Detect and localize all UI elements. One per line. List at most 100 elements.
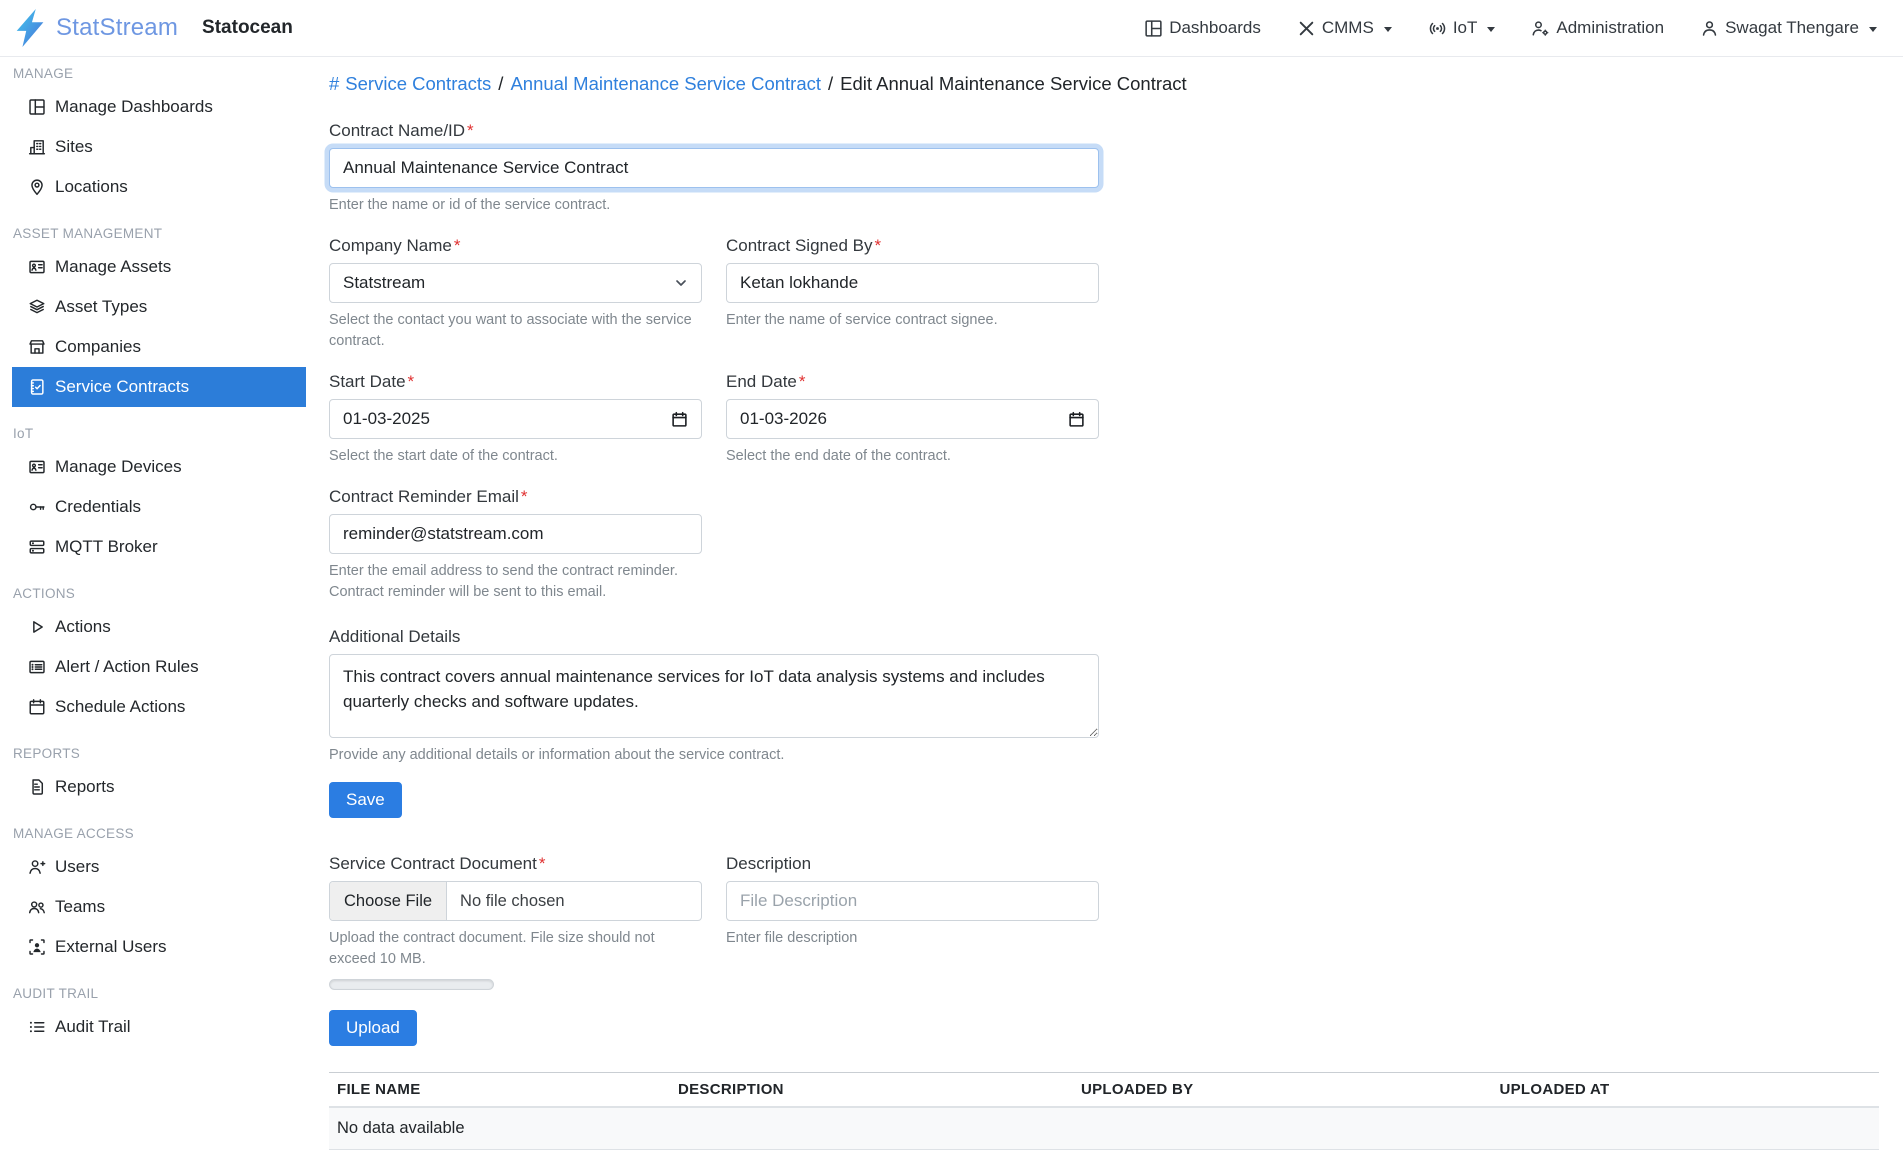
nav-item-iot[interactable]: IoT bbox=[1428, 18, 1496, 38]
end-date-label: End Date* bbox=[726, 372, 1099, 392]
sidebar-item-label: Service Contracts bbox=[55, 377, 189, 397]
card-icon bbox=[28, 458, 46, 476]
contract-document-group: Service Contract Document* Choose File N… bbox=[329, 854, 702, 990]
breadcrumb-current: Edit Annual Maintenance Service Contract bbox=[840, 73, 1187, 94]
choose-file-button[interactable]: Choose File bbox=[330, 882, 447, 920]
card-list-icon bbox=[28, 658, 46, 676]
additional-details-textarea[interactable] bbox=[329, 654, 1099, 738]
start-date-help: Select the start date of the contract. bbox=[329, 446, 702, 467]
contract-form: Contract Name/ID* Enter the name or id o… bbox=[329, 121, 1099, 1046]
sidebar-item-sites[interactable]: Sites bbox=[12, 127, 306, 167]
sidebar-item-external-users[interactable]: External Users bbox=[12, 927, 306, 967]
sidebar-item-label: Reports bbox=[55, 777, 115, 797]
sidebar-item-label: Manage Assets bbox=[55, 257, 171, 277]
reminder-email-group: Contract Reminder Email* Enter the email… bbox=[329, 487, 702, 603]
files-table: FILE NAMEDESCRIPTIONUPLOADED BYUPLOADED … bbox=[329, 1072, 1879, 1150]
additional-details-help: Provide any additional details or inform… bbox=[329, 745, 1099, 766]
calendar-icon[interactable] bbox=[1068, 411, 1085, 428]
sidebar-item-label: Teams bbox=[55, 897, 105, 917]
sidebar-item-teams[interactable]: Teams bbox=[12, 887, 306, 927]
required-asterisk: * bbox=[539, 854, 546, 873]
contract-name-input[interactable] bbox=[329, 148, 1099, 188]
table-header-description: DESCRIPTION bbox=[670, 1073, 1073, 1108]
signed-by-group: Contract Signed By* Enter the name of se… bbox=[726, 236, 1099, 352]
signed-by-input[interactable] bbox=[726, 263, 1099, 303]
company-name-selected-value: Statstream bbox=[343, 273, 425, 293]
navbar-menu: Dashboards CMMS IoT Administration Swagat Th… bbox=[1144, 18, 1877, 38]
sidebar-item-label: Schedule Actions bbox=[55, 697, 185, 717]
nav-item-dashboards[interactable]: Dashboards bbox=[1144, 18, 1261, 38]
sidebar-item-manage-devices[interactable]: Manage Devices bbox=[12, 447, 306, 487]
sidebar-item-audit-trail[interactable]: Audit Trail bbox=[12, 1007, 306, 1047]
card-icon bbox=[28, 258, 46, 276]
sidebar-item-asset-types[interactable]: Asset Types bbox=[12, 287, 306, 327]
upload-button[interactable]: Upload bbox=[329, 1010, 417, 1046]
table-header-file-name: FILE NAME bbox=[329, 1073, 670, 1108]
contract-document-help: Upload the contract document. File size … bbox=[329, 928, 702, 970]
breadcrumb-link-contract[interactable]: Annual Maintenance Service Contract bbox=[510, 73, 821, 94]
save-button[interactable]: Save bbox=[329, 782, 402, 818]
file-description-label: Description bbox=[726, 854, 1099, 874]
breadcrumb-link-service-contracts[interactable]: Service Contracts bbox=[345, 73, 491, 94]
contract-document-file-input[interactable]: Choose File No file chosen bbox=[329, 881, 702, 921]
sidebar-item-manage-assets[interactable]: Manage Assets bbox=[12, 247, 306, 287]
tools-icon bbox=[1297, 19, 1316, 38]
end-date-input[interactable]: 01-03-2026 bbox=[726, 399, 1099, 439]
start-date-input[interactable]: 01-03-2025 bbox=[329, 399, 702, 439]
sidebar-item-label: Manage Dashboards bbox=[55, 97, 213, 117]
reminder-email-input[interactable] bbox=[329, 514, 702, 554]
sidebar-item-service-contracts[interactable]: Service Contracts bbox=[12, 367, 306, 407]
file-description-input[interactable] bbox=[726, 881, 1099, 921]
person-icon bbox=[1700, 19, 1719, 38]
table-header-uploaded-by: UPLOADED BY bbox=[1073, 1073, 1492, 1108]
pin-icon bbox=[28, 178, 46, 196]
sidebar-item-label: Asset Types bbox=[55, 297, 147, 317]
broadcast-icon bbox=[1428, 19, 1447, 38]
contract-name-group: Contract Name/ID* Enter the name or id o… bbox=[329, 121, 1099, 216]
sidebar-item-companies[interactable]: Companies bbox=[12, 327, 306, 367]
nav-item-label: Dashboards bbox=[1169, 18, 1261, 38]
file-status-text: No file chosen bbox=[447, 882, 578, 920]
reminder-email-label: Contract Reminder Email* bbox=[329, 487, 702, 507]
sidebar-item-label: Credentials bbox=[55, 497, 141, 517]
file-description-group: Description Enter file description bbox=[726, 854, 1099, 990]
sidebar-item-reports[interactable]: Reports bbox=[12, 767, 306, 807]
sidebar-section-actions: ACTIONS bbox=[13, 581, 293, 607]
sidebar-item-label: Audit Trail bbox=[55, 1017, 131, 1037]
sidebar-item-label: Sites bbox=[55, 137, 93, 157]
sidebar-item-label: Companies bbox=[55, 337, 141, 357]
company-name-select[interactable]: Statstream bbox=[329, 263, 702, 303]
calendar-icon[interactable] bbox=[671, 411, 688, 428]
caret-down-icon bbox=[1384, 27, 1392, 32]
file-description-help: Enter file description bbox=[726, 928, 1099, 949]
main-content: #Service Contracts/Annual Maintenance Se… bbox=[306, 57, 1903, 1128]
sidebar-item-label: Manage Devices bbox=[55, 457, 182, 477]
file-text-icon bbox=[28, 778, 46, 796]
nav-item-administration[interactable]: Administration bbox=[1531, 18, 1664, 38]
sidebar-item-locations[interactable]: Locations bbox=[12, 167, 306, 207]
sidebar-item-credentials[interactable]: Credentials bbox=[12, 487, 306, 527]
caret-down-icon bbox=[1487, 27, 1495, 32]
sidebar-item-schedule-actions[interactable]: Schedule Actions bbox=[12, 687, 306, 727]
nav-item-cmms[interactable]: CMMS bbox=[1297, 18, 1392, 38]
sidebar-item-actions[interactable]: Actions bbox=[12, 607, 306, 647]
sidebar-item-label: External Users bbox=[55, 937, 166, 957]
upload-progress-bar bbox=[329, 979, 494, 990]
sidebar-item-manage-dashboards[interactable]: Manage Dashboards bbox=[12, 87, 306, 127]
end-date-help: Select the end date of the contract. bbox=[726, 446, 1099, 467]
people-icon bbox=[28, 898, 46, 916]
shop-icon bbox=[28, 338, 46, 356]
required-asterisk: * bbox=[408, 372, 415, 391]
sidebar-item-alert-action-rules[interactable]: Alert / Action Rules bbox=[12, 647, 306, 687]
brand[interactable]: StatStream bbox=[12, 8, 178, 48]
person-gear-icon bbox=[1531, 19, 1550, 38]
files-table-empty-row: No data available bbox=[329, 1107, 1879, 1150]
nav-item-swagat-thengare[interactable]: Swagat Thengare bbox=[1700, 18, 1877, 38]
nav-item-label: CMMS bbox=[1322, 18, 1374, 38]
contract-name-help: Enter the name or id of the service cont… bbox=[329, 195, 1099, 216]
sidebar-item-users[interactable]: Users bbox=[12, 847, 306, 887]
sidebar-item-mqtt-broker[interactable]: MQTT Broker bbox=[12, 527, 306, 567]
breadcrumb: #Service Contracts/Annual Maintenance Se… bbox=[329, 57, 1879, 97]
sidebar: MANAGEManage DashboardsSitesLocationsASS… bbox=[0, 57, 306, 1128]
additional-details-label: Additional Details bbox=[329, 627, 1099, 647]
